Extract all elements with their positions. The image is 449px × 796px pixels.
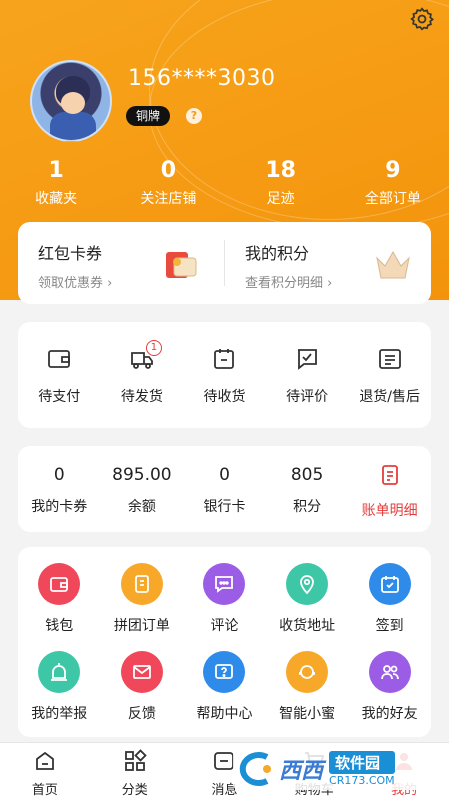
help-icon bbox=[203, 651, 246, 693]
order-pending-payment[interactable]: 待支付 bbox=[18, 322, 101, 428]
service-feedback[interactable]: 反馈 bbox=[101, 651, 184, 739]
order-pending-shipment[interactable]: 1 待发货 bbox=[101, 322, 184, 428]
red-envelope-icon bbox=[166, 252, 197, 278]
calendar-box-icon bbox=[214, 349, 235, 369]
service-comments[interactable]: 评论 bbox=[183, 563, 266, 651]
order-pending-receipt[interactable]: 待收货 bbox=[183, 322, 266, 428]
home-icon bbox=[35, 751, 54, 770]
service-smart-assistant[interactable]: 智能小蜜 bbox=[266, 651, 349, 739]
settings-gear-icon[interactable] bbox=[409, 6, 435, 32]
tab-category[interactable]: 分类 bbox=[90, 743, 180, 796]
service-wallet[interactable]: 钱包 bbox=[18, 563, 101, 651]
coupon-entry[interactable]: 红包卡券 领取优惠券 › bbox=[18, 222, 224, 304]
watermark-name: 软件园 bbox=[329, 751, 395, 774]
service-group-orders[interactable]: 拼团订单 bbox=[101, 563, 184, 651]
watermark-site: CR173.COM bbox=[329, 774, 395, 787]
promo-card: 红包卡券 领取优惠券 › 我的积分 查看积分明细 › bbox=[18, 222, 431, 304]
user-stats: 1 收藏夹 0 关注店铺 18 足迹 9 全部订单 bbox=[0, 158, 449, 208]
my-coupons[interactable]: 0 我的卡券 bbox=[18, 446, 101, 532]
balance[interactable]: 895.00 余额 bbox=[101, 446, 184, 532]
order-pending-review[interactable]: 待评价 bbox=[266, 322, 349, 428]
stat-all-orders[interactable]: 9 全部订单 bbox=[337, 158, 449, 208]
stat-favorites[interactable]: 1 收藏夹 bbox=[0, 158, 112, 208]
services-card: 钱包 拼团订单 评论 收货地址 签到 我的举报 反馈 帮助中心 智能小蜜 我的好… bbox=[18, 547, 431, 737]
location-icon bbox=[286, 563, 329, 605]
service-reports[interactable]: 我的举报 bbox=[18, 651, 101, 739]
points-entry[interactable]: 我的积分 查看积分明细 › bbox=[224, 240, 431, 291]
comment-check-icon bbox=[298, 349, 317, 370]
stat-footprints[interactable]: 18 足迹 bbox=[225, 158, 337, 208]
level-help-icon[interactable]: ? bbox=[186, 108, 202, 124]
friends-icon bbox=[368, 651, 411, 693]
crown-icon bbox=[376, 250, 410, 279]
site-watermark: 西西 软件园 CR173.COM bbox=[233, 748, 443, 790]
bank-cards[interactable]: 0 银行卡 bbox=[183, 446, 266, 532]
watermark-brand: 西西 bbox=[279, 759, 324, 784]
category-icon bbox=[124, 749, 147, 771]
bill-icon bbox=[381, 465, 398, 485]
avatar[interactable] bbox=[30, 60, 112, 142]
service-address[interactable]: 收货地址 bbox=[266, 563, 349, 651]
order-returns[interactable]: 退货/售后 bbox=[348, 322, 431, 428]
member-level-badge: 铜牌 bbox=[126, 106, 171, 126]
checkin-calendar-icon bbox=[368, 563, 411, 605]
orders-card: 待支付 1 待发货 待收货 待评价 退货/售后 bbox=[18, 322, 431, 428]
alarm-icon bbox=[38, 651, 81, 693]
group-order-icon bbox=[120, 563, 163, 605]
user-phone: 156****3030 bbox=[128, 66, 276, 91]
shipment-count-badge: 1 bbox=[145, 340, 162, 356]
list-doc-icon bbox=[378, 349, 401, 369]
service-friends[interactable]: 我的好友 bbox=[348, 651, 431, 739]
bill-details[interactable]: 账单明细 bbox=[348, 446, 431, 532]
points[interactable]: 805 积分 bbox=[266, 446, 349, 532]
stat-followed-shops[interactable]: 0 关注店铺 bbox=[112, 158, 224, 208]
service-help-center[interactable]: 帮助中心 bbox=[183, 651, 266, 739]
wallet-card: 0 我的卡券 895.00 余额 0 银行卡 805 积分 账单明细 bbox=[18, 446, 431, 532]
assistant-icon bbox=[286, 651, 329, 693]
service-checkin[interactable]: 签到 bbox=[348, 563, 431, 651]
mail-icon bbox=[120, 651, 163, 693]
chat-icon bbox=[203, 563, 246, 605]
wallet-icon bbox=[48, 350, 71, 368]
watermark-logo-icon bbox=[239, 752, 271, 786]
tab-home[interactable]: 首页 bbox=[0, 743, 90, 796]
wallet-icon bbox=[38, 563, 81, 605]
